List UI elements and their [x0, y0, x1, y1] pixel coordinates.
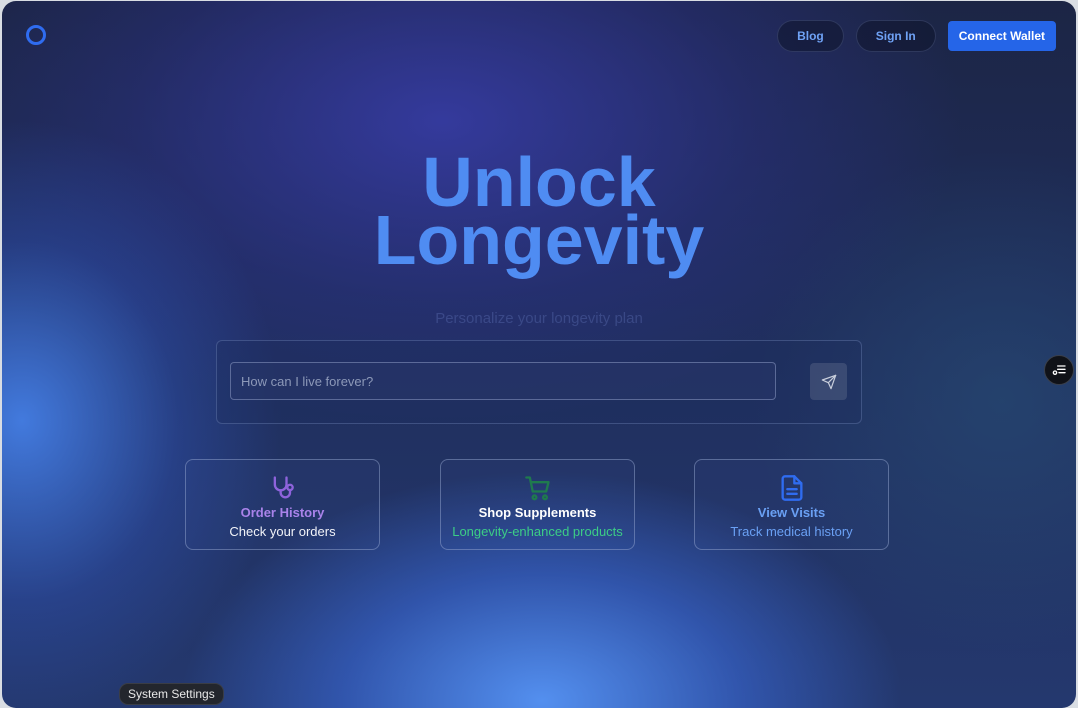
view-visits-card[interactable]: View Visits Track medical history [694, 459, 889, 550]
stethoscope-icon [273, 476, 294, 499]
hero-subtitle: Personalize your longevity plan [435, 310, 643, 327]
document-icon [781, 475, 802, 501]
blog-button[interactable]: Blog [777, 20, 844, 52]
send-button[interactable] [810, 363, 847, 400]
hero-title-line-2: Longevity [373, 201, 705, 279]
shopping-cart-icon [524, 476, 550, 501]
settings-toggle-icon [1052, 365, 1066, 375]
hero-title: Unlock Longevity [2, 147, 1076, 279]
card-description: Check your orders [229, 524, 336, 539]
ring-logo-icon[interactable] [26, 25, 46, 45]
card-title: View Visits [757, 505, 826, 520]
settings-toggle-button[interactable] [1044, 355, 1074, 385]
send-icon [821, 374, 836, 389]
card-description: Track medical history [730, 524, 853, 539]
card-title: Order History [240, 505, 325, 520]
shop-supplements-card[interactable]: Shop Supplements Longevity-enhanced prod… [440, 459, 635, 550]
card-title: Shop Supplements [478, 505, 597, 520]
search-input[interactable] [230, 362, 776, 400]
system-settings-tooltip: System Settings [119, 683, 224, 705]
order-history-card[interactable]: Order History Check your orders [185, 459, 380, 550]
search-panel [216, 340, 862, 424]
card-description: Longevity-enhanced products [452, 524, 623, 539]
connect-wallet-button[interactable]: Connect Wallet [947, 21, 1056, 51]
sign-in-button[interactable]: Sign In [855, 20, 936, 52]
top-nav: Blog Sign In Connect Wallet [777, 20, 1056, 52]
app-window: Blog Sign In Connect Wallet Unlock Longe… [2, 1, 1076, 708]
